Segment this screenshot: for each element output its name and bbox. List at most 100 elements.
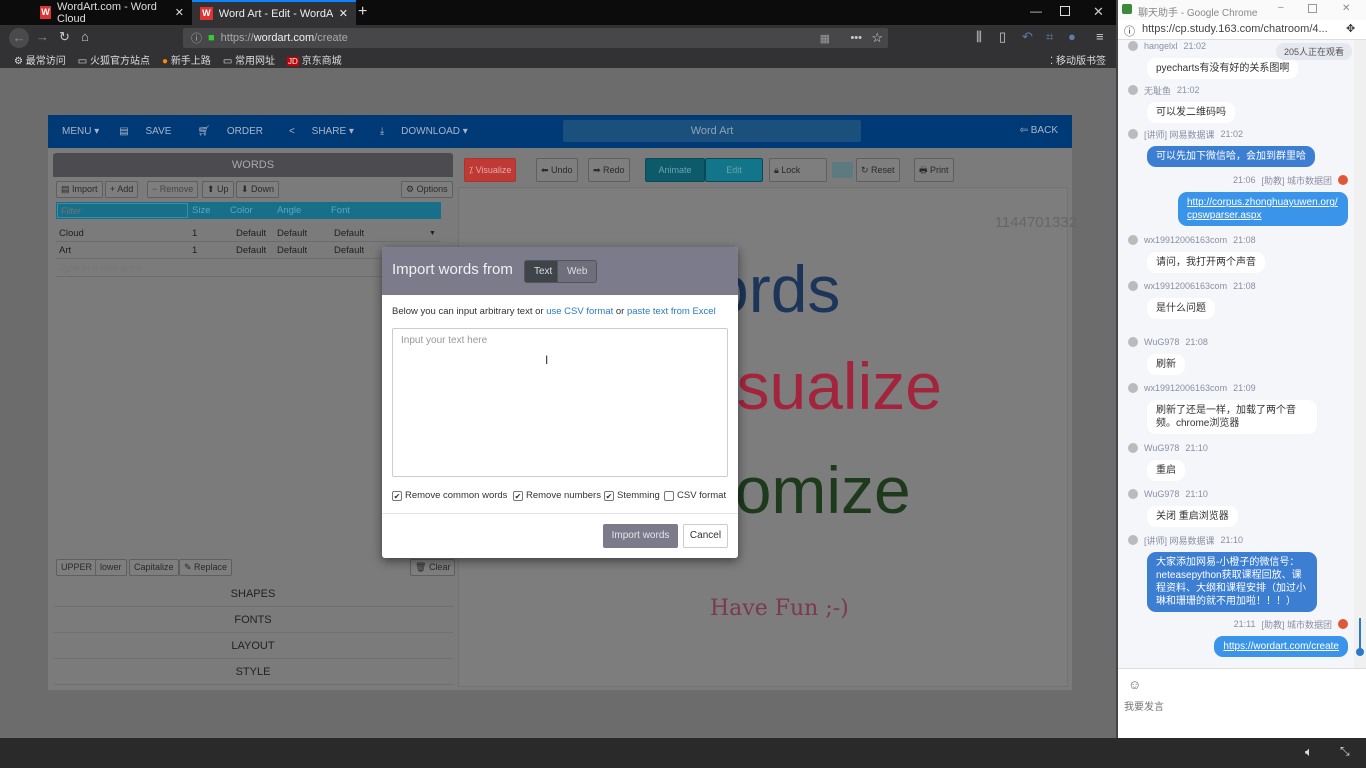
qr-icon[interactable]: ▦ bbox=[820, 32, 830, 45]
mobile-bookmarks[interactable]: ⁚ 移动版书签 bbox=[1050, 52, 1106, 67]
exit-fullscreen-icon[interactable]: ⤡ bbox=[1340, 744, 1350, 759]
check-icon: ✔ bbox=[604, 490, 614, 501]
csv-format-link[interactable]: use CSV format bbox=[546, 306, 613, 317]
source-tab-web[interactable]: Web bbox=[557, 260, 598, 283]
page-actions-icon[interactable]: ••• bbox=[850, 32, 862, 44]
chat-input[interactable] bbox=[1124, 697, 1354, 717]
back-button[interactable]: ⇦ BACK bbox=[1020, 125, 1058, 136]
chat-input-area[interactable]: ☺ bbox=[1118, 668, 1366, 738]
column-font[interactable]: Font bbox=[331, 202, 350, 219]
paste-excel-link[interactable]: paste text from Excel bbox=[627, 306, 716, 317]
redo-button[interactable]: ➡ Redo bbox=[588, 158, 630, 182]
home-icon[interactable]: ⌂ bbox=[81, 29, 89, 44]
extension-icon[interactable]: ● bbox=[1068, 29, 1076, 44]
column-color[interactable]: Color bbox=[230, 202, 253, 219]
close-tab-icon[interactable]: ✕ bbox=[175, 6, 184, 19]
section-fonts[interactable]: FONTS bbox=[53, 607, 453, 633]
import-words-button[interactable]: Import words bbox=[603, 524, 678, 548]
table-row[interactable]: Cloud 1 Default Default Default ▼ bbox=[56, 225, 441, 242]
bookmark-firefox-site[interactable]: ▭ 火狐官方站点 bbox=[78, 52, 150, 67]
app-title[interactable]: Word Art bbox=[563, 120, 861, 142]
bookmark-common-sites[interactable]: ▭ 常用网址 bbox=[223, 52, 275, 67]
lock-button[interactable]: 🔒︎ Lock bbox=[769, 158, 827, 182]
section-shapes[interactable]: SHAPES bbox=[53, 581, 453, 607]
undo-close-icon[interactable]: ↶ bbox=[1022, 29, 1033, 45]
download-button[interactable]: ⤓ DOWNLOAD ▾ bbox=[380, 126, 474, 137]
sidebar-icon[interactable]: ▯ bbox=[999, 29, 1006, 45]
bookmark-jd[interactable]: JD 京东商城 bbox=[287, 52, 342, 67]
words-header[interactable]: WORDS bbox=[53, 153, 453, 177]
extension-icon[interactable]: ✥ bbox=[1346, 22, 1355, 35]
reload-icon[interactable]: ↻ bbox=[59, 29, 70, 45]
message-bubble: 请问，我打开两个声音 bbox=[1147, 252, 1265, 273]
url-bar[interactable]: ⓘ ■ https://wordart.com/create ▦ ••• ☆ bbox=[183, 28, 888, 48]
avatar bbox=[1128, 535, 1138, 545]
import-text-area[interactable] bbox=[392, 328, 728, 477]
avatar bbox=[1128, 85, 1138, 95]
maximize-icon[interactable] bbox=[1308, 4, 1317, 13]
stemming-checkbox[interactable]: ✔ Stemming bbox=[604, 490, 660, 501]
tab-wordart-home[interactable]: W WordArt.com - Word Cloud ✕ bbox=[32, 0, 192, 25]
volume-icon[interactable]: 🔈︎ bbox=[1305, 744, 1313, 760]
bookmark-most-visited[interactable]: ⚙ 最常访问 bbox=[14, 52, 66, 67]
info-icon: ⓘ bbox=[1124, 26, 1135, 38]
import-button[interactable]: ▤ Import bbox=[56, 181, 103, 198]
emoji-icon[interactable]: ☺ bbox=[1128, 677, 1141, 692]
minimize-icon[interactable]: – bbox=[1278, 2, 1284, 13]
edit-button[interactable]: Edit bbox=[705, 158, 763, 182]
close-window-icon[interactable]: ✕ bbox=[1093, 4, 1104, 20]
close-tab-icon[interactable]: ✕ bbox=[339, 7, 348, 20]
tab-wordart-edit[interactable]: W Word Art - Edit - WordArt.co ✕ bbox=[192, 0, 356, 25]
table-header: Size Color Angle Font bbox=[56, 202, 441, 219]
message-link[interactable]: https://wordart.com/create bbox=[1214, 636, 1348, 657]
column-angle[interactable]: Angle bbox=[277, 202, 301, 219]
csv-format-checkbox[interactable]: CSV format bbox=[664, 490, 726, 501]
visualize-button[interactable]: ⁒ Visualize bbox=[464, 158, 517, 182]
order-button[interactable]: 🛒︎ ORDER bbox=[197, 126, 269, 137]
column-size[interactable]: Size bbox=[192, 202, 210, 219]
modal-title: Import words from bbox=[392, 261, 513, 278]
options-button[interactable]: ⚙ Options bbox=[401, 181, 453, 198]
info-icon: ⓘ bbox=[191, 33, 202, 45]
back-icon[interactable]: ← bbox=[9, 28, 29, 48]
chrome-url-bar[interactable]: ⓘ https://cp.study.163.com/chatroom/4...… bbox=[1118, 20, 1366, 40]
capitalize-button[interactable]: Capitalize bbox=[129, 559, 179, 576]
print-button[interactable]: 🖶︎ Print bbox=[914, 158, 954, 182]
section-style[interactable]: STYLE bbox=[53, 659, 453, 685]
animate-button[interactable]: Animate bbox=[645, 158, 705, 182]
message-link[interactable]: http://corpus.zhonghuayuwen.org/cpswpars… bbox=[1178, 192, 1348, 226]
bookmark-star-icon[interactable]: ☆ bbox=[871, 30, 883, 46]
upper-button[interactable]: UPPER bbox=[56, 559, 98, 576]
remove-button[interactable]: − Remove bbox=[147, 181, 199, 198]
remove-common-words-checkbox[interactable]: ✔ Remove common words bbox=[392, 490, 507, 501]
new-tab-icon[interactable]: + bbox=[358, 3, 367, 21]
forward-icon[interactable]: → bbox=[36, 29, 49, 44]
replace-button[interactable]: ✎ Replace bbox=[179, 559, 233, 576]
filter-input[interactable] bbox=[57, 203, 188, 218]
undo-button[interactable]: ⬅ Undo bbox=[536, 158, 578, 182]
clear-button[interactable]: 🗑︎ Clear bbox=[410, 559, 456, 576]
screenshot-icon[interactable]: ⌗ bbox=[1046, 29, 1053, 45]
reset-button[interactable]: ↻ Reset bbox=[856, 158, 900, 182]
library-icon[interactable]: ⫼ bbox=[976, 29, 982, 45]
share-button[interactable]: < SHARE ▾ bbox=[289, 126, 360, 137]
color-swatch[interactable] bbox=[832, 162, 853, 178]
font-dropdown-icon[interactable]: ▼ bbox=[429, 225, 436, 242]
bookmarks-toolbar: ⚙ 最常访问 ▭ 火狐官方站点 ● 新手上路 ▭ 常用网址 JD 京东商城 ⁚ … bbox=[0, 50, 1116, 68]
lower-button[interactable]: lower bbox=[95, 559, 127, 576]
cancel-button[interactable]: Cancel bbox=[683, 524, 728, 548]
menu-button[interactable]: MENU ▾ bbox=[62, 126, 99, 137]
bookmark-getting-started[interactable]: ● 新手上路 bbox=[162, 52, 211, 67]
save-button[interactable]: ▤ SAVE bbox=[119, 126, 177, 137]
close-window-icon[interactable]: ✕ bbox=[1342, 3, 1350, 14]
remove-numbers-checkbox[interactable]: ✔ Remove numbers bbox=[513, 490, 601, 501]
section-layout[interactable]: LAYOUT bbox=[53, 633, 453, 659]
add-button[interactable]: + Add bbox=[105, 181, 139, 198]
chat-scrollbar[interactable] bbox=[1354, 40, 1366, 668]
sender-name: WuG978 bbox=[1144, 337, 1180, 347]
hamburger-menu-icon[interactable]: ≡ bbox=[1096, 29, 1104, 44]
minimize-icon[interactable]: — bbox=[1030, 4, 1042, 18]
down-button[interactable]: ⬇ Down bbox=[236, 181, 280, 198]
maximize-icon[interactable] bbox=[1060, 6, 1070, 16]
up-button[interactable]: ⬆ Up bbox=[202, 181, 234, 198]
